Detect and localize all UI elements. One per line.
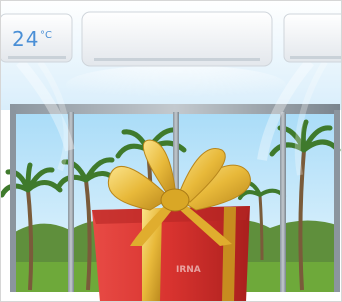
watermark: IRNA	[176, 265, 201, 275]
air-conditioner-icon: 24 °C	[0, 13, 73, 63]
gift-ac-window-illustration: 24 °C IRNA	[0, 0, 342, 302]
ac-temperature-unit: °C	[40, 30, 52, 41]
air-conditioner-icon	[283, 13, 342, 63]
air-conditioner-icon	[81, 11, 273, 67]
gift-box-icon	[92, 206, 250, 302]
ac-temperature-display: 24	[12, 27, 39, 51]
illustration-canvas: 24 °C IRNA	[0, 0, 342, 302]
